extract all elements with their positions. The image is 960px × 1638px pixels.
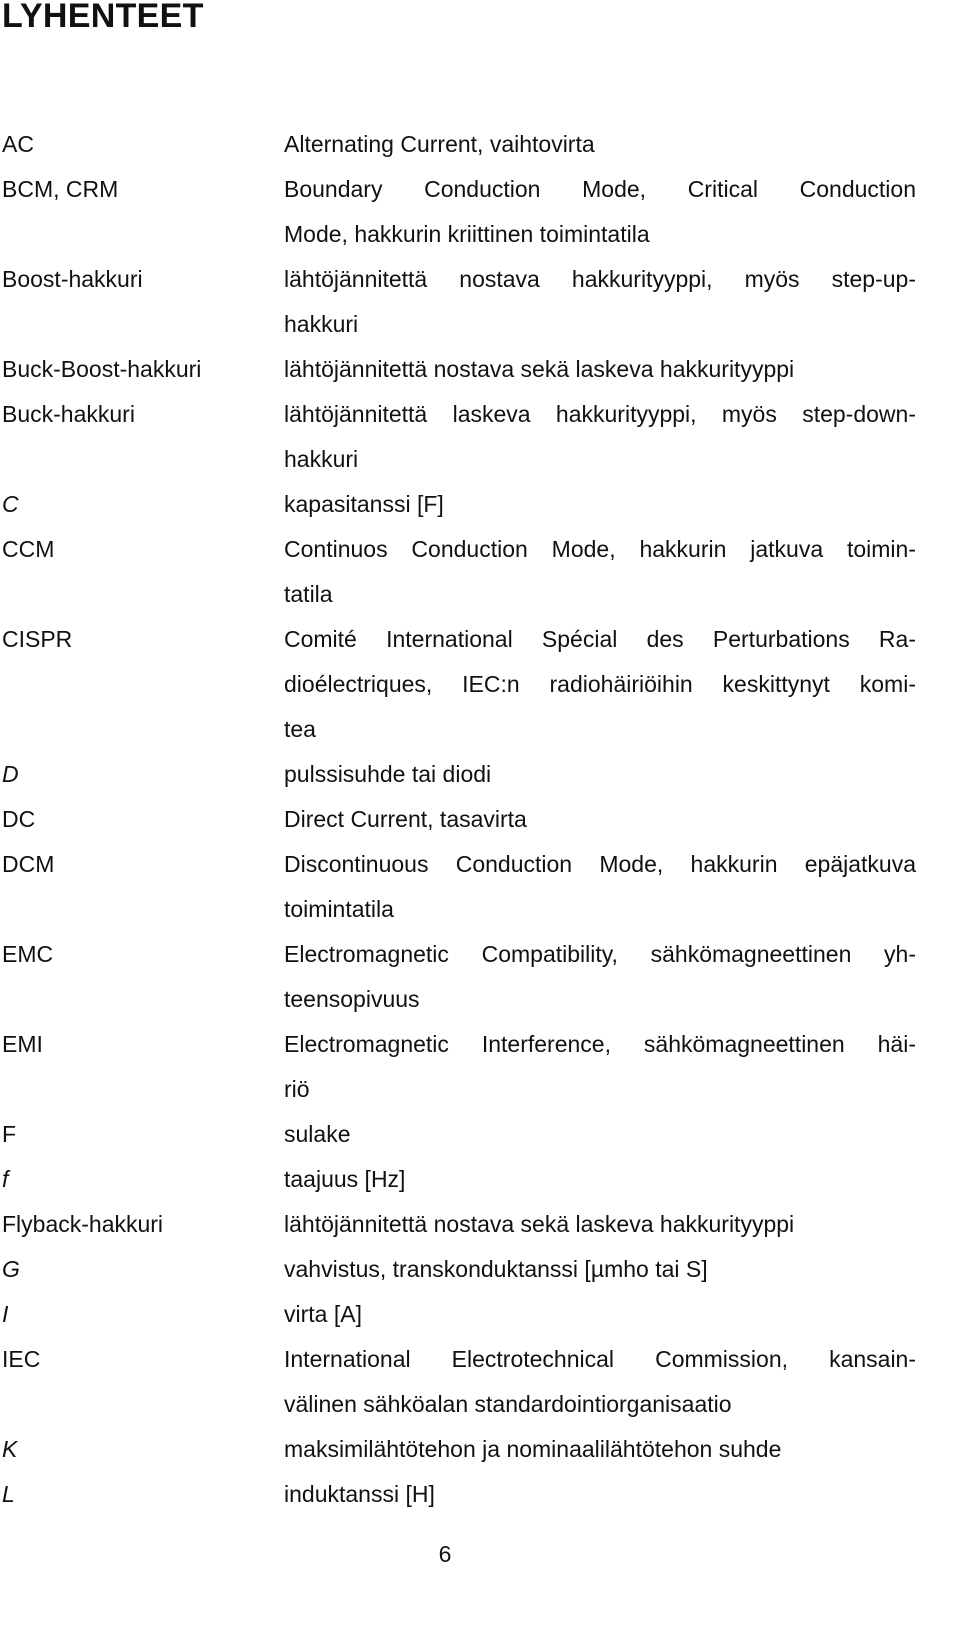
- definition-line: sulake: [284, 1121, 351, 1147]
- abbreviation-definition: virta [A]: [284, 1292, 916, 1337]
- abbreviation-term: Boost-hakkuri: [2, 266, 143, 292]
- abbreviation-entry: Buck-hakkuri lähtöjännitettä laskeva hakk…: [0, 392, 960, 482]
- definition-line: Continuos Conduction Mode, hakkurin jatk…: [284, 536, 916, 562]
- abbreviation-term: K: [2, 1436, 18, 1462]
- definition-line: lähtöjännitettä nostava hakkurityyppi, m…: [284, 266, 916, 292]
- definition-line: kapasitanssi [F]: [284, 491, 444, 517]
- definition-line: tatila: [284, 581, 333, 607]
- abbreviation-definition: lähtöjännitettä laskeva hakkurityyppi, m…: [284, 392, 916, 482]
- abbreviation-entry: Gvahvistus, transkonduktanssi [µmho tai …: [0, 1247, 960, 1292]
- abbreviation-term: F: [2, 1121, 17, 1147]
- abbreviation-entry: f taajuus [Hz]: [0, 1157, 960, 1202]
- abbreviation-term: BCM, CRM: [2, 176, 119, 202]
- abbreviation-definition: sulake: [284, 1112, 916, 1157]
- abbreviation-definition: vahvistus, transkonduktanssi [µmho tai S…: [284, 1247, 916, 1292]
- abbreviation-term: DCM: [2, 851, 55, 877]
- definition-line: Mode, hakkurin kriittinen toimintatila: [284, 221, 650, 247]
- abbreviation-entry: CISPR Comité International Spécial des Pe…: [0, 617, 960, 752]
- page-number: 6: [438, 1541, 452, 1567]
- abbreviation-term: f: [2, 1166, 9, 1192]
- definition-line: virta [A]: [284, 1301, 362, 1327]
- abbreviation-entry: Kmaksimilähtötehon ja nominaalilähtöteho…: [0, 1427, 960, 1472]
- abbreviation-entry: EMI Electromagnetic Interference, sähköma…: [0, 1022, 960, 1112]
- abbreviation-entry: Flyback-hakkuri lähtöjännitettä nostava s…: [0, 1202, 960, 1247]
- definition-line: vahvistus, transkonduktanssi [µmho tai S…: [284, 1256, 708, 1282]
- abbreviation-entry: Ivirta [A]: [0, 1292, 960, 1337]
- abbreviation-entry: DCM Discontinuous Conduction Mode, hakkur…: [0, 842, 960, 932]
- abbreviation-term: Buck-hakkuri: [2, 401, 135, 427]
- abbreviation-term: I: [2, 1301, 9, 1327]
- abbreviation-entry: EMC Electromagnetic Compatibility, sähköm…: [0, 932, 960, 1022]
- abbreviation-definition: Continuos Conduction Mode, hakkurin jatk…: [284, 527, 916, 617]
- abbreviation-definition: lähtöjännitettä nostava sekä laskeva hak…: [284, 1202, 916, 1247]
- abbreviation-definition: Electromagnetic Compatibility, sähkömagn…: [284, 932, 916, 1022]
- abbreviation-term: AC: [2, 131, 34, 157]
- abbreviation-entry: AC Alternating Current, vaihtovirta: [0, 122, 960, 167]
- definition-line: Electromagnetic Interference, sähkömagne…: [284, 1031, 916, 1057]
- page-title: LYHENTEET: [2, 0, 204, 35]
- abbreviation-list: AC Alternating Current, vaihtovirta BCM, C…: [0, 122, 960, 1517]
- definition-line: riö: [284, 1076, 310, 1102]
- abbreviation-definition: Electromagnetic Interference, sähkömagne…: [284, 1022, 916, 1112]
- definition-line: välinen sähköalan standardointiorganisaa…: [284, 1391, 732, 1417]
- abbreviation-definition: lähtöjännitettä nostava hakkurityyppi, m…: [284, 257, 916, 347]
- definition-line: Direct Current, tasavirta: [284, 806, 527, 832]
- abbreviation-term: Flyback-hakkuri: [2, 1211, 164, 1237]
- abbreviation-entry: Ckapasitanssi [F]: [0, 482, 960, 527]
- definition-line: lähtöjännitettä nostava sekä laskeva hak…: [284, 1211, 795, 1237]
- abbreviation-entry: Dpulssisuhde tai diodi: [0, 752, 960, 797]
- abbreviation-definition: Boundary Conduction Mode, Critical Condu…: [284, 167, 916, 257]
- abbreviation-entry: Buck-Boost-hakkuri lähtöjännitettä nostav…: [0, 347, 960, 392]
- abbreviation-term: IEC: [2, 1346, 41, 1372]
- abbreviation-definition: Discontinuous Conduction Mode, hakkurin …: [284, 842, 916, 932]
- abbreviation-entry: Linduktanssi [H]: [0, 1472, 960, 1517]
- abbreviation-term: CISPR: [2, 626, 73, 652]
- abbreviation-definition: Direct Current, tasavirta: [284, 797, 916, 842]
- definition-line: toimintatila: [284, 896, 394, 922]
- definition-line: Discontinuous Conduction Mode, hakkurin …: [284, 851, 916, 877]
- definition-line: lähtöjännitettä laskeva hakkurityyppi, m…: [284, 401, 916, 427]
- definition-line: lähtöjännitettä nostava sekä laskeva hak…: [284, 356, 795, 382]
- definition-line: tea: [284, 716, 316, 742]
- abbreviation-term: DC: [2, 806, 36, 832]
- definition-line: Comité International Spécial des Perturb…: [284, 626, 916, 652]
- abbreviation-definition: maksimilähtötehon ja nominaalilähtötehon…: [284, 1427, 916, 1472]
- definition-line: hakkuri: [284, 311, 359, 337]
- abbreviation-definition: lähtöjännitettä nostava sekä laskeva hak…: [284, 347, 916, 392]
- definition-line: Electromagnetic Compatibility, sähkömagn…: [284, 941, 916, 967]
- definition-line: International Electrotechnical Commissio…: [284, 1346, 916, 1372]
- abbreviation-term: Buck-Boost-hakkuri: [2, 356, 202, 382]
- abbreviation-definition: Alternating Current, vaihtovirta: [284, 122, 916, 167]
- abbreviation-term: L: [2, 1481, 15, 1507]
- definition-line: maksimilähtötehon ja nominaalilähtötehon…: [284, 1436, 782, 1462]
- abbreviation-definition: induktanssi [H]: [284, 1472, 916, 1517]
- abbreviation-entry: Boost-hakkuri lähtöjännitettä nostava hak…: [0, 257, 960, 347]
- definition-line: Alternating Current, vaihtovirta: [284, 131, 595, 157]
- abbreviation-definition: taajuus [Hz]: [284, 1157, 916, 1202]
- abbreviation-entry: BCM, CRM Boundary Conduction Mode, Critic…: [0, 167, 960, 257]
- abbreviation-definition: International Electrotechnical Commissio…: [284, 1337, 916, 1427]
- abbreviation-term: G: [2, 1256, 20, 1282]
- abbreviation-definition: pulssisuhde tai diodi: [284, 752, 916, 797]
- definition-line: taajuus [Hz]: [284, 1166, 406, 1192]
- definition-line: hakkuri: [284, 446, 359, 472]
- definition-line: teensopivuus: [284, 986, 420, 1012]
- definition-line: induktanssi [H]: [284, 1481, 435, 1507]
- abbreviation-term: EMI: [2, 1031, 43, 1057]
- abbreviation-entry: CCM Continuos Conduction Mode, hakkurin j…: [0, 527, 960, 617]
- abbreviation-entry: Fsulake: [0, 1112, 960, 1157]
- definition-line: Boundary Conduction Mode, Critical Condu…: [284, 176, 916, 202]
- abbreviation-term: EMC: [2, 941, 54, 967]
- abbreviation-definition: kapasitanssi [F]: [284, 482, 916, 527]
- abbreviation-term: C: [2, 491, 19, 517]
- abbreviation-entry: IEC International Electrotechnical Commis…: [0, 1337, 960, 1427]
- abbreviation-definition: Comité International Spécial des Perturb…: [284, 617, 916, 752]
- definition-line: pulssisuhde tai diodi: [284, 761, 492, 787]
- definition-line: dioélectriques, IEC:n radiohäiriöihin ke…: [284, 671, 916, 697]
- abbreviation-term: CCM: [2, 536, 55, 562]
- abbreviation-term: D: [2, 761, 19, 787]
- abbreviation-entry: DC Direct Current, tasavirta: [0, 797, 960, 842]
